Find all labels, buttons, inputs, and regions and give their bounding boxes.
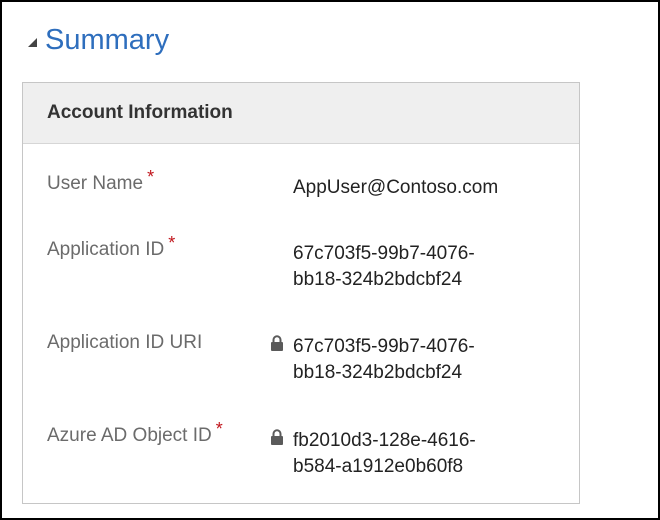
- section-title: Summary: [45, 24, 170, 56]
- field-label: Application ID *: [47, 233, 176, 260]
- azure-ad-object-id-value: fb2010d3-128e-4616- b584-a1912e0b60f8: [293, 430, 476, 477]
- collapse-triangle-icon[interactable]: [28, 37, 37, 47]
- field-label: User Name *: [47, 167, 155, 194]
- user-name-value[interactable]: AppUser@Contoso.com: [293, 175, 533, 201]
- application-id-value[interactable]: 67c703f5-99b7-4076- bb18-324b2bdcbf24: [293, 241, 533, 293]
- summary-section-toggle[interactable]: Summary: [28, 22, 169, 58]
- account-information-card: Account Information User Name * AppUser@C…: [22, 82, 580, 504]
- field-label: Application ID URI: [47, 332, 203, 353]
- form-frame: Summary Account Information User Name * A…: [0, 0, 660, 520]
- required-indicator: *: [168, 233, 176, 253]
- field-label: Azure AD Object ID *: [47, 419, 223, 446]
- card-header: Account Information: [23, 83, 579, 144]
- card-title: Account Information: [47, 102, 233, 123]
- application-id-uri-value: 67c703f5-99b7-4076- bb18-324b2bdcbf24: [293, 336, 475, 383]
- required-indicator: *: [147, 167, 155, 187]
- required-indicator: *: [215, 419, 223, 439]
- lock-icon: [271, 429, 283, 445]
- lock-icon: [271, 335, 283, 351]
